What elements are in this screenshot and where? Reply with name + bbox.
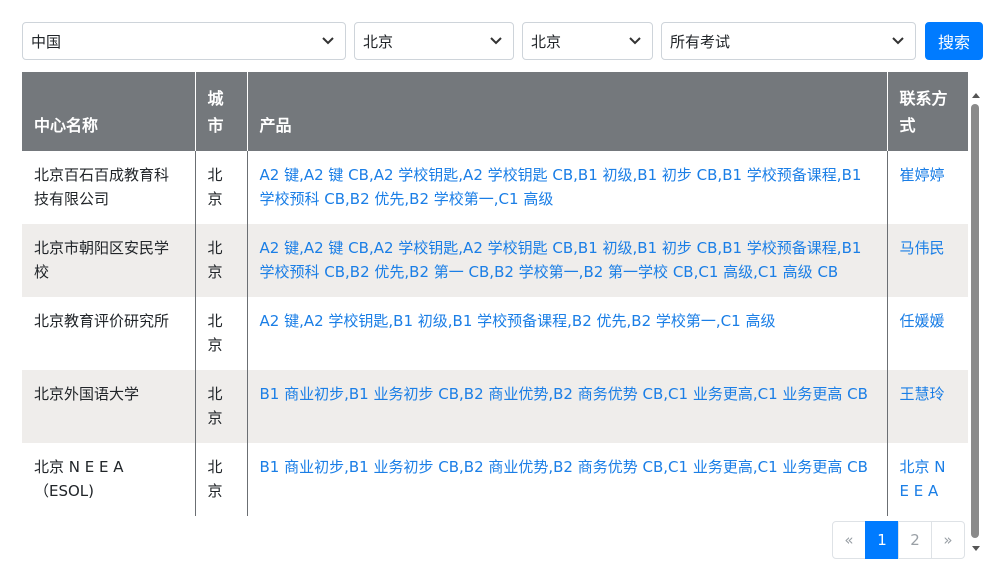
contact-link[interactable]: 任媛媛 <box>887 297 968 370</box>
chevron-down-icon <box>891 34 905 48</box>
city-cell: 北京 <box>195 297 248 370</box>
products-link[interactable]: B1 商业初步,B1 业务初步 CB,B2 商业优势,B2 商务优势 CB,C1… <box>247 443 888 516</box>
filter-bar: 中国 北京 北京 所有考试 搜索 <box>22 22 984 60</box>
table-row: 北京教育评价研究所 北京 A2 键,A2 学校钥匙,B1 初级,B1 学校预备课… <box>22 297 968 370</box>
table-row: 北京百石百成教育科技有限公司 北京 A2 键,A2 键 CB,A2 学校钥匙,A… <box>22 151 968 224</box>
chevron-down-icon <box>628 34 642 48</box>
pagination-page-1[interactable]: 1 <box>865 521 899 559</box>
pagination-next[interactable]: » <box>931 521 965 559</box>
header-center-name: 中心名称 <box>22 72 196 151</box>
exam-select[interactable]: 所有考试 <box>661 22 916 60</box>
contact-link[interactable]: 王慧玲 <box>887 370 968 443</box>
city-select[interactable]: 北京 <box>522 22 653 60</box>
scroll-up-arrow-icon[interactable] <box>971 90 981 100</box>
products-link[interactable]: A2 键,A2 键 CB,A2 学校钥匙,A2 学校钥匙 CB,B1 初级,B1… <box>247 151 888 224</box>
center-name-cell: 北京 N E E A （ESOL) <box>22 443 196 516</box>
header-contact: 联系方式 <box>887 72 968 151</box>
chevron-down-icon <box>489 34 503 48</box>
chevron-down-icon <box>321 34 335 48</box>
exam-select-value: 所有考试 <box>670 32 731 51</box>
scroll-down-arrow-icon[interactable] <box>971 544 981 554</box>
center-name-cell: 北京百石百成教育科技有限公司 <box>22 151 196 224</box>
center-name-cell: 北京教育评价研究所 <box>22 297 196 370</box>
city-cell: 北京 <box>195 224 248 297</box>
province-select-value: 北京 <box>363 32 394 51</box>
city-cell: 北京 <box>195 443 248 516</box>
pagination: « 1 2 » <box>832 521 965 559</box>
centers-table: 中心名称 城市 产品 联系方式 北京百石百成教育科技有限公司 北京 A2 键,A… <box>22 72 968 516</box>
pagination-prev[interactable]: « <box>832 521 866 559</box>
city-select-value: 北京 <box>531 32 562 51</box>
products-link[interactable]: A2 键,A2 学校钥匙,B1 初级,B1 学校预备课程,B2 优先,B2 学校… <box>247 297 888 370</box>
vertical-scrollbar[interactable] <box>968 72 982 554</box>
centers-table-container: 中心名称 城市 产品 联系方式 北京百石百成教育科技有限公司 北京 A2 键,A… <box>22 72 968 518</box>
province-select[interactable]: 北京 <box>354 22 514 60</box>
header-city: 城市 <box>195 72 248 151</box>
scrollbar-thumb[interactable] <box>971 104 979 538</box>
center-name-cell: 北京外国语大学 <box>22 370 196 443</box>
pagination-page-2[interactable]: 2 <box>898 521 932 559</box>
contact-link[interactable]: 马伟民 <box>887 224 968 297</box>
table-header-row: 中心名称 城市 产品 联系方式 <box>22 72 968 151</box>
table-row: 北京外国语大学 北京 B1 商业初步,B1 业务初步 CB,B2 商业优势,B2… <box>22 370 968 443</box>
country-select-value: 中国 <box>31 32 62 51</box>
city-cell: 北京 <box>195 370 248 443</box>
search-button[interactable]: 搜索 <box>925 22 984 60</box>
header-products: 产品 <box>247 72 888 151</box>
city-cell: 北京 <box>195 151 248 224</box>
products-link[interactable]: B1 商业初步,B1 业务初步 CB,B2 商业优势,B2 商务优势 CB,C1… <box>247 370 888 443</box>
table-row: 北京市朝阳区安民学校 北京 A2 键,A2 键 CB,A2 学校钥匙,A2 学校… <box>22 224 968 297</box>
products-link[interactable]: A2 键,A2 键 CB,A2 学校钥匙,A2 学校钥匙 CB,B1 初级,B1… <box>247 224 888 297</box>
contact-link[interactable]: 北京 N E E A <box>887 443 968 516</box>
contact-link[interactable]: 崔婷婷 <box>887 151 968 224</box>
center-name-cell: 北京市朝阳区安民学校 <box>22 224 196 297</box>
country-select[interactable]: 中国 <box>22 22 346 60</box>
table-row: 北京 N E E A （ESOL) 北京 B1 商业初步,B1 业务初步 CB,… <box>22 443 968 516</box>
